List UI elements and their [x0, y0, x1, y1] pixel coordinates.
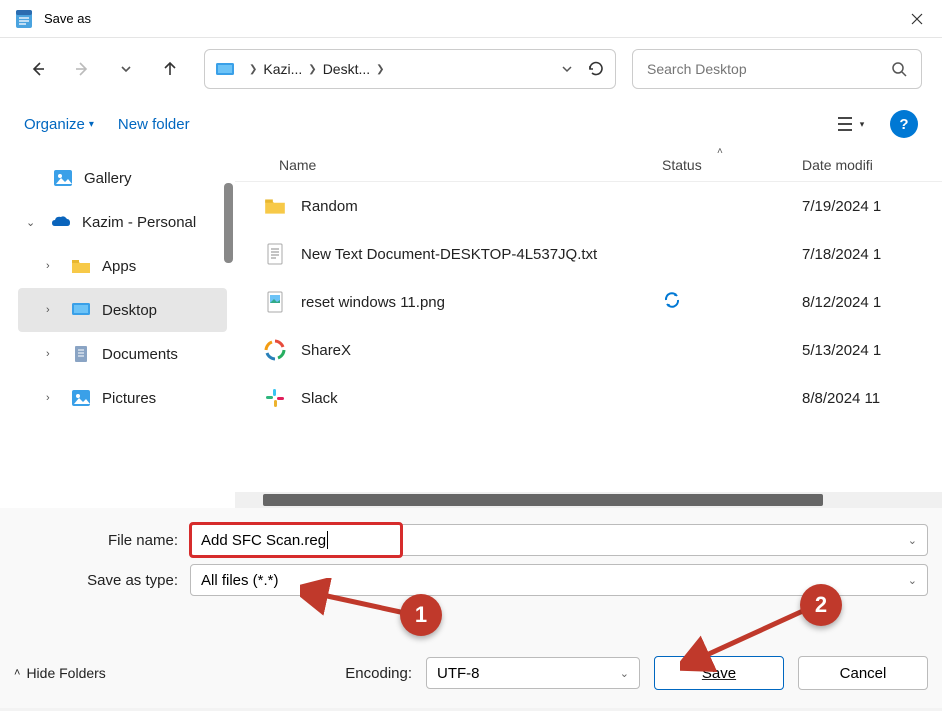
- search-input[interactable]: [647, 61, 891, 77]
- breadcrumb-item[interactable]: Deskt...: [323, 61, 370, 77]
- folder-icon: [70, 255, 92, 277]
- breadcrumb-item[interactable]: Kazi...: [263, 61, 302, 77]
- sharex-icon: [263, 338, 287, 362]
- file-date: 5/13/2024 1: [802, 342, 942, 359]
- titlebar: Save as: [0, 0, 942, 38]
- gallery-icon: [52, 167, 74, 189]
- chevron-right-icon: ›: [46, 392, 60, 404]
- navbar: ❯ Kazi... ❯ Deskt... ❯: [0, 38, 942, 100]
- file-list: ˄ Name Status Date modifi Random 7/19/20…: [235, 148, 942, 508]
- chevron-right-icon: ❯: [249, 64, 257, 75]
- sidebar-item-desktop[interactable]: › Desktop: [18, 288, 227, 332]
- sidebar-label: Pictures: [102, 390, 156, 407]
- sidebar-label: Desktop: [102, 302, 157, 319]
- new-folder-button[interactable]: New folder: [118, 116, 190, 133]
- file-name: New Text Document-DESKTOP-4L537JQ.txt: [301, 246, 662, 263]
- search-icon: [891, 61, 907, 77]
- encoding-label: Encoding:: [345, 665, 412, 682]
- sidebar-item-pictures[interactable]: › Pictures: [18, 376, 227, 420]
- annotation-badge-2: 2: [800, 584, 842, 626]
- hide-folders-button[interactable]: ˄ Hide Folders: [14, 665, 106, 681]
- chevron-down-icon[interactable]: [561, 63, 573, 75]
- chevron-right-icon: ›: [46, 348, 60, 360]
- chevron-down-icon: ⌄: [620, 667, 629, 680]
- toolbar: Organize ▾ New folder ▾ ?: [0, 100, 942, 148]
- close-button[interactable]: [894, 0, 940, 38]
- filename-label: File name:: [14, 532, 190, 549]
- sidebar-label: Kazim - Personal: [82, 214, 196, 231]
- notepad-icon: [14, 9, 34, 29]
- recent-dropdown[interactable]: [108, 51, 144, 87]
- organize-button[interactable]: Organize ▾: [24, 116, 94, 133]
- file-row[interactable]: Slack 8/8/2024 11: [235, 374, 942, 422]
- sidebar-item-documents[interactable]: › Documents: [18, 332, 227, 376]
- desktop-folder-icon: [215, 59, 235, 79]
- slack-icon: [263, 386, 287, 410]
- chevron-right-icon: ❯: [308, 64, 316, 75]
- file-name: reset windows 11.png: [301, 294, 662, 311]
- txt-icon: [263, 242, 287, 266]
- forward-button[interactable]: [64, 51, 100, 87]
- sidebar-label: Documents: [102, 346, 178, 363]
- main-area: Gallery ⌄ Kazim - Personal › Apps › Desk…: [0, 148, 942, 508]
- type-label: Save as type:: [14, 572, 190, 589]
- chevron-right-icon: ›: [46, 260, 60, 272]
- window-title: Save as: [44, 11, 91, 26]
- onedrive-icon: [50, 211, 72, 233]
- help-button[interactable]: ?: [890, 110, 918, 138]
- horizontal-scrollbar[interactable]: [235, 492, 942, 508]
- chevron-down-icon: ⌄: [908, 574, 917, 587]
- file-date: 8/12/2024 1: [802, 294, 942, 311]
- encoding-select[interactable]: UTF-8 ⌄: [426, 657, 640, 689]
- sort-indicator-icon: ˄: [717, 146, 723, 157]
- file-name: Random: [301, 198, 662, 215]
- file-row[interactable]: ShareX 5/13/2024 1: [235, 326, 942, 374]
- file-date: 7/18/2024 1: [802, 246, 942, 263]
- file-row[interactable]: New Text Document-DESKTOP-4L537JQ.txt 7/…: [235, 230, 942, 278]
- documents-icon: [70, 343, 92, 365]
- column-date[interactable]: Date modifi: [802, 157, 942, 173]
- annotation-badge-1: 1: [400, 594, 442, 636]
- column-name[interactable]: Name: [235, 157, 662, 173]
- chevron-down-icon: ⌄: [26, 216, 40, 229]
- sync-icon: [662, 290, 682, 315]
- view-options-button[interactable]: ▾: [834, 108, 866, 140]
- sidebar-item-apps[interactable]: › Apps: [18, 244, 227, 288]
- breadcrumb: Kazi... ❯ Deskt... ❯: [263, 61, 561, 77]
- filename-input[interactable]: Add SFC Scan.reg: [191, 524, 401, 556]
- sidebar-scrollbar[interactable]: [224, 183, 233, 263]
- file-row[interactable]: reset windows 11.png 8/12/2024 1: [235, 278, 942, 326]
- file-date: 8/8/2024 11: [802, 390, 942, 407]
- folder-icon: [263, 194, 287, 218]
- back-button[interactable]: [20, 51, 56, 87]
- column-headers: Name Status Date modifi: [235, 148, 942, 182]
- chevron-down-icon[interactable]: ⌄: [908, 534, 917, 547]
- file-name: Slack: [301, 390, 662, 407]
- pictures-icon: [70, 387, 92, 409]
- address-bar[interactable]: ❯ Kazi... ❯ Deskt... ❯: [204, 49, 616, 89]
- file-name: ShareX: [301, 342, 662, 359]
- sidebar-label: Gallery: [84, 170, 132, 187]
- png-icon: [263, 290, 287, 314]
- column-status[interactable]: Status: [662, 157, 802, 173]
- filename-field-wrapper[interactable]: Add SFC Scan.reg ⌄: [190, 524, 928, 556]
- chevron-right-icon: ›: [46, 304, 60, 316]
- file-row[interactable]: Random 7/19/2024 1: [235, 182, 942, 230]
- sidebar-label: Apps: [102, 258, 136, 275]
- nav-sidebar: Gallery ⌄ Kazim - Personal › Apps › Desk…: [0, 148, 235, 508]
- desktop-icon: [70, 299, 92, 321]
- up-button[interactable]: [152, 51, 188, 87]
- refresh-icon[interactable]: [587, 60, 605, 78]
- sidebar-item-personal[interactable]: ⌄ Kazim - Personal: [18, 200, 227, 244]
- sidebar-item-gallery[interactable]: Gallery: [18, 156, 227, 200]
- search-box[interactable]: [632, 49, 922, 89]
- chevron-right-icon: ❯: [376, 64, 384, 75]
- file-date: 7/19/2024 1: [802, 198, 942, 215]
